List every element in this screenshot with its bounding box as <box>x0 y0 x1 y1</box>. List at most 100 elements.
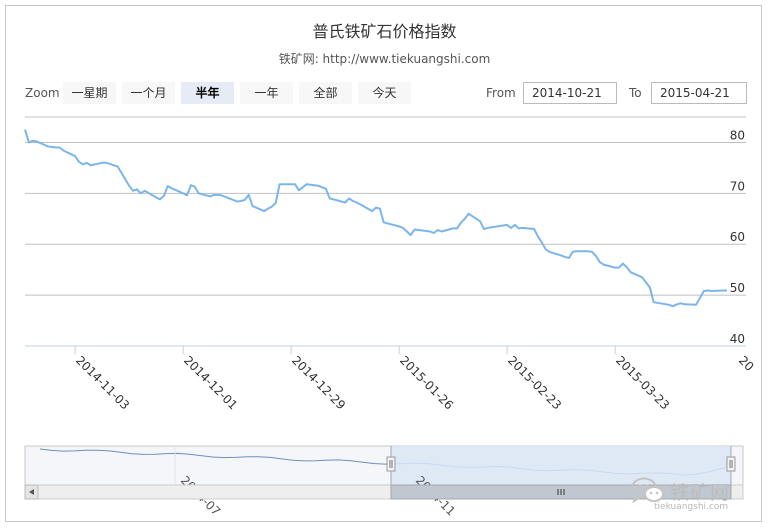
data-point <box>82 163 85 166</box>
y-tick-label: 60 <box>730 230 745 244</box>
data-point <box>560 254 563 257</box>
data-point <box>101 161 104 164</box>
data-point <box>240 200 243 203</box>
data-point <box>695 303 698 306</box>
data-point <box>483 228 486 231</box>
data-point <box>602 263 605 266</box>
data-point <box>703 290 706 293</box>
data-point <box>139 192 142 195</box>
data-point <box>541 241 544 244</box>
data-point <box>112 164 115 167</box>
data-point <box>294 183 297 186</box>
data-point <box>710 290 713 293</box>
data-point <box>409 234 412 237</box>
data-point <box>479 220 482 223</box>
data-point <box>132 189 135 192</box>
x-tick-label: 2015-03-23 <box>613 353 672 412</box>
grid-lines <box>25 116 746 347</box>
data-point <box>386 222 389 225</box>
x-tick-label: 2015-02-23 <box>505 353 564 412</box>
data-point <box>406 230 409 233</box>
x-tick-label: 2014-12-01 <box>181 353 240 412</box>
data-point <box>625 266 628 269</box>
data-point <box>251 205 254 208</box>
data-point <box>533 228 536 231</box>
data-point <box>544 248 547 251</box>
data-point <box>433 232 436 235</box>
data-point <box>344 201 347 204</box>
data-point <box>440 230 443 233</box>
data-point <box>244 199 247 202</box>
data-point <box>398 225 401 228</box>
data-point <box>271 205 274 208</box>
x-axis: 2014-11-03 2014-12-01 2014-12-29 2015-01-26… <box>25 345 757 412</box>
x-tick-label: 2014-11-03 <box>73 353 132 412</box>
data-point <box>274 202 277 205</box>
data-point <box>413 228 416 231</box>
data-point <box>598 261 601 264</box>
y-tick-label: 80 <box>730 128 745 142</box>
data-point <box>402 227 405 230</box>
data-point <box>652 301 655 304</box>
data-point <box>436 229 439 232</box>
series-layer <box>24 128 729 308</box>
x-tick-label-partial: 20 <box>736 353 757 374</box>
data-point <box>155 196 158 199</box>
data-point <box>28 141 31 144</box>
data-point <box>375 206 378 209</box>
data-point <box>116 165 119 168</box>
data-point <box>649 286 652 289</box>
data-point <box>676 303 679 306</box>
navigator-handle-right <box>726 456 736 472</box>
data-point <box>186 194 189 197</box>
data-point <box>305 183 308 186</box>
watermark-logo: 铁矿网 <box>670 482 731 504</box>
data-point <box>128 184 131 187</box>
data-point <box>359 203 362 206</box>
data-point <box>78 160 81 163</box>
x-tick-label: 2014-12-29 <box>289 353 348 412</box>
data-point <box>143 189 146 192</box>
data-point <box>587 250 590 253</box>
data-point <box>679 302 682 305</box>
data-point <box>247 194 250 197</box>
data-point <box>629 271 632 274</box>
data-point <box>548 251 551 254</box>
data-point <box>193 185 196 188</box>
data-point <box>136 188 139 191</box>
data-point <box>166 185 169 188</box>
data-point <box>641 276 644 279</box>
data-point <box>460 221 463 224</box>
data-point <box>220 194 223 197</box>
data-point <box>506 224 509 227</box>
data-point <box>74 155 77 158</box>
y-axis-labels: 40 50 60 70 80 <box>730 128 745 346</box>
data-point <box>190 184 193 187</box>
data-point <box>379 207 382 210</box>
data-point <box>726 289 729 292</box>
data-point <box>24 128 27 131</box>
data-point <box>317 184 320 187</box>
data-point <box>510 227 513 230</box>
data-point <box>571 251 574 254</box>
data-point <box>325 187 328 190</box>
data-point <box>575 250 578 253</box>
data-point <box>197 192 200 195</box>
data-point <box>332 198 335 201</box>
data-point <box>591 251 594 254</box>
data-point <box>614 266 617 269</box>
data-point <box>355 201 358 204</box>
data-point <box>213 194 216 197</box>
data-point <box>105 161 108 164</box>
navigator-handle-left <box>386 456 396 472</box>
data-point <box>236 200 239 203</box>
data-point <box>224 196 227 199</box>
data-point <box>564 256 567 259</box>
data-point <box>89 164 92 167</box>
data-point <box>109 162 112 165</box>
data-point <box>263 210 266 213</box>
data-point <box>722 289 725 292</box>
x-tick-label: 2015-01-26 <box>397 353 456 412</box>
data-point <box>429 230 432 233</box>
data-point <box>622 262 625 265</box>
